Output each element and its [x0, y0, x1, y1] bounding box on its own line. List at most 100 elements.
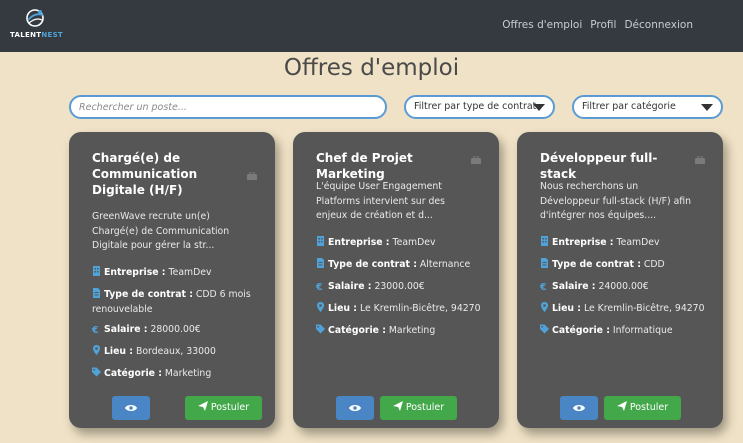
category-select[interactable]: Filtrer par catégorie	[572, 95, 723, 119]
salaire-value: 23000.00€	[374, 281, 425, 292]
job-card: Chargé(e) de Communication Digitale (H/F…	[69, 132, 275, 428]
document-icon	[541, 258, 548, 268]
briefcase-icon	[695, 156, 705, 164]
logo-icon	[26, 9, 44, 27]
document-icon	[317, 258, 324, 268]
categorie-label: Catégorie :	[328, 325, 386, 336]
job-lieu: Lieu : Bordeaux, 33000	[92, 345, 257, 360]
view-details-button[interactable]	[112, 396, 150, 420]
apply-button[interactable]: Postuler	[380, 396, 457, 420]
nav-offres-link[interactable]: Offres d'emploi	[502, 19, 582, 31]
categorie-value: Marketing	[164, 368, 212, 379]
contract-type-select[interactable]: Filtrer par type de contrat	[404, 95, 555, 119]
job-description: L'équipe User Engagement Platforms inter…	[316, 181, 445, 221]
euro-icon: €	[540, 282, 547, 293]
eye-icon	[349, 405, 361, 411]
page-title: Offres d'emploi	[283, 55, 460, 81]
salaire-label: Salaire :	[104, 324, 148, 335]
euro-icon: €	[92, 325, 99, 336]
apply-button-label: Postuler	[629, 402, 669, 413]
job-categorie: Catégorie : Informatique	[540, 324, 705, 339]
job-description: Nous recherchons un Développeur full-sta…	[540, 181, 692, 221]
salaire-value: 28000.00€	[150, 324, 201, 335]
nav-deconnexion-link[interactable]: Déconnexion	[624, 19, 693, 31]
lieu-label: Lieu :	[328, 303, 357, 314]
job-entreprise: Entreprise : TeamDev	[316, 236, 481, 251]
job-contrat: Type de contrat : CDD	[540, 258, 705, 273]
eye-icon	[125, 405, 137, 411]
lieu-value: Bordeaux, 33000	[135, 346, 216, 357]
tag-icon	[92, 367, 101, 377]
categorie-value: Informatique	[612, 325, 673, 336]
contrat-label: Type de contrat :	[328, 259, 417, 270]
entreprise-label: Entreprise :	[328, 237, 390, 248]
view-details-button[interactable]	[336, 396, 374, 420]
apply-button-label: Postuler	[210, 402, 250, 413]
map-pin-icon	[541, 302, 548, 312]
job-description: GreenWave recrute un(e) Chargé(e) de Com…	[92, 211, 230, 251]
contrat-value: CDD	[643, 259, 665, 270]
job-card: Développeur full-stack Nous recherchons …	[517, 132, 723, 428]
building-icon	[317, 236, 324, 246]
salaire-value: 24000.00€	[598, 281, 649, 292]
job-entreprise: Entreprise : TeamDev	[540, 236, 705, 251]
eye-icon	[573, 405, 585, 411]
categorie-value: Marketing	[388, 325, 436, 336]
job-contrat: Type de contrat : CDD 6 mois renouvelabl…	[92, 288, 257, 317]
contrat-value: Alternance	[419, 259, 471, 270]
entreprise-value: TeamDev	[168, 267, 212, 278]
job-contrat: Type de contrat : Alternance	[316, 258, 481, 273]
categorie-label: Catégorie :	[104, 368, 162, 379]
euro-icon: €	[316, 282, 323, 293]
send-icon	[392, 401, 403, 411]
entreprise-value: TeamDev	[392, 237, 436, 248]
job-categorie: Catégorie : Marketing	[92, 367, 257, 382]
map-pin-icon	[317, 302, 324, 312]
tag-icon	[316, 324, 325, 334]
job-title: Chef de Projet Marketing	[316, 151, 413, 181]
apply-button[interactable]: Postuler	[604, 396, 681, 420]
map-pin-icon	[93, 345, 100, 355]
salaire-label: Salaire :	[552, 281, 596, 292]
nav-profil-link[interactable]: Profil	[590, 19, 616, 31]
briefcase-icon	[247, 172, 257, 180]
job-salaire: € Salaire : 23000.00€	[316, 280, 481, 296]
apply-button[interactable]: Postuler	[185, 396, 262, 420]
job-title: Développeur full-stack	[540, 151, 658, 181]
category-select-value: Filtrer par catégorie	[582, 101, 676, 112]
building-icon	[93, 266, 100, 276]
brand-name: TALENTNEST	[10, 31, 63, 39]
briefcase-icon	[471, 156, 481, 164]
send-icon	[616, 401, 627, 411]
job-lieu: Lieu : Le Kremlin-Bicêtre, 94270	[316, 302, 481, 317]
document-icon	[93, 288, 100, 298]
chevron-down-icon	[701, 104, 713, 111]
chevron-down-icon	[533, 104, 545, 111]
job-entreprise: Entreprise : TeamDev	[92, 266, 257, 281]
entreprise-label: Entreprise :	[104, 267, 166, 278]
contrat-label: Type de contrat :	[552, 259, 641, 270]
contract-type-select-value: Filtrer par type de contrat	[414, 101, 537, 112]
send-icon	[197, 401, 208, 411]
job-lieu: Lieu : Le Kremlin-Bicêtre, 94270	[540, 302, 705, 317]
brand-logo[interactable]: TALENTNEST	[8, 6, 63, 46]
job-salaire: € Salaire : 24000.00€	[540, 280, 705, 296]
job-categorie: Catégorie : Marketing	[316, 324, 481, 339]
search-input[interactable]	[69, 95, 387, 119]
lieu-value: Le Kremlin-Bicêtre, 94270	[359, 303, 481, 314]
job-card: Chef de Projet Marketing L'équipe User E…	[293, 132, 499, 428]
navbar: TALENTNEST Offres d'emploi Profil Déconn…	[0, 0, 743, 52]
lieu-value: Le Kremlin-Bicêtre, 94270	[583, 303, 705, 314]
building-icon	[541, 236, 548, 246]
entreprise-value: TeamDev	[616, 237, 660, 248]
contrat-label: Type de contrat :	[104, 289, 193, 300]
salaire-label: Salaire :	[328, 281, 372, 292]
apply-button-label: Postuler	[405, 402, 445, 413]
job-title: Chargé(e) de Communication Digitale (H/F…	[92, 151, 198, 197]
job-salaire: € Salaire : 28000.00€	[92, 323, 257, 339]
nav-links: Offres d'emploi Profil Déconnexion	[502, 19, 693, 31]
lieu-label: Lieu :	[552, 303, 581, 314]
categorie-label: Catégorie :	[552, 325, 610, 336]
entreprise-label: Entreprise :	[552, 237, 614, 248]
view-details-button[interactable]	[560, 396, 598, 420]
